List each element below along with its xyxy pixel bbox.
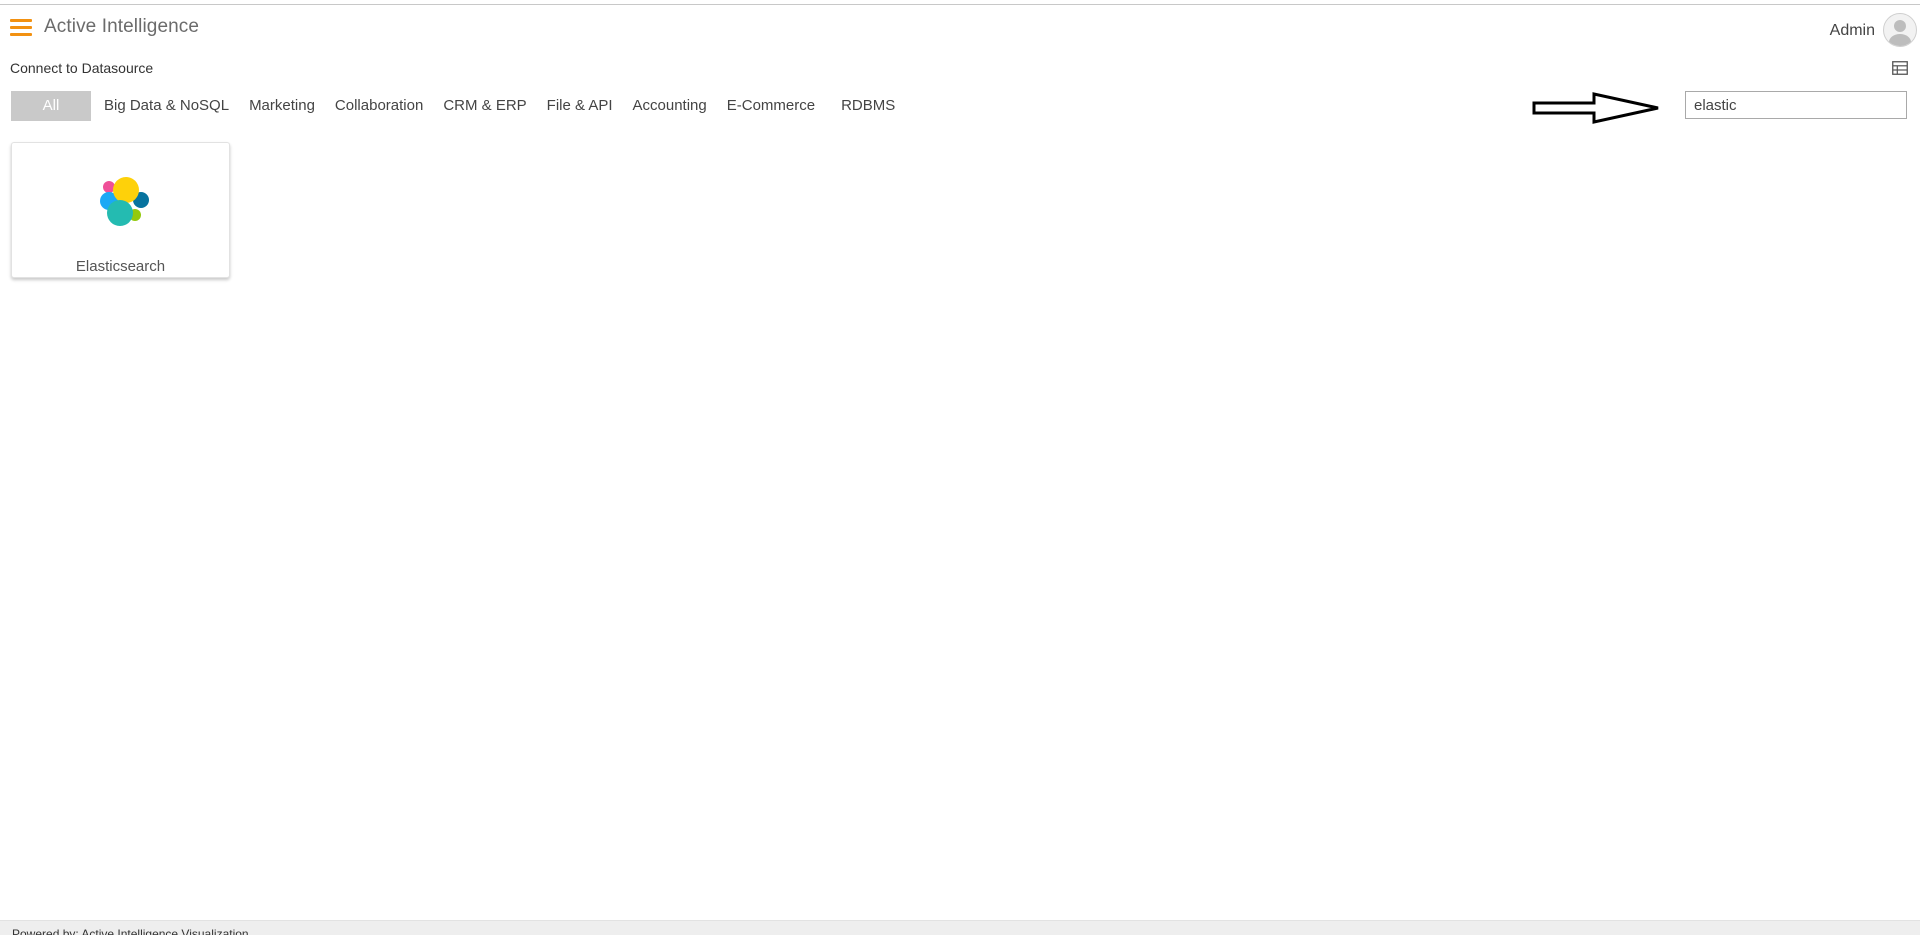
tab-e-commerce[interactable]: E-Commerce	[717, 91, 825, 121]
tab-file-api[interactable]: File & API	[537, 91, 623, 121]
right-arrow-icon	[1532, 92, 1660, 128]
hamburger-menu-icon[interactable]	[10, 19, 32, 37]
tab-marketing[interactable]: Marketing	[239, 91, 325, 121]
footer-text: Powered by: Active Intelligence Visualiz…	[12, 927, 249, 935]
datasource-card-label: Elasticsearch	[75, 258, 166, 275]
tab-all[interactable]: All	[11, 91, 91, 121]
tab-big-data-nosql[interactable]: Big Data & NoSQL	[94, 91, 239, 121]
app-title: Active Intelligence	[44, 16, 200, 37]
user-name[interactable]: Admin	[1830, 22, 1875, 40]
footer: Powered by: Active Intelligence Visualiz…	[0, 920, 1920, 935]
tab-rdbms[interactable]: RDBMS	[831, 91, 905, 121]
category-tabs: All Big Data & NoSQL Marketing Collabora…	[11, 91, 905, 121]
datasource-card-elasticsearch[interactable]: Elasticsearch	[11, 142, 230, 278]
page: Active Intelligence Admin Connect to Dat…	[0, 0, 1920, 935]
search-input[interactable]	[1685, 91, 1907, 119]
tab-crm-erp[interactable]: CRM & ERP	[433, 91, 536, 121]
top-border	[0, 0, 1920, 5]
tab-accounting[interactable]: Accounting	[623, 91, 717, 121]
tab-collaboration[interactable]: Collaboration	[325, 91, 433, 121]
elasticsearch-logo-icon	[96, 175, 150, 229]
user-avatar-icon[interactable]	[1883, 13, 1917, 47]
table-view-icon[interactable]	[1892, 61, 1908, 75]
section-title: Connect to Datasource	[10, 60, 154, 76]
